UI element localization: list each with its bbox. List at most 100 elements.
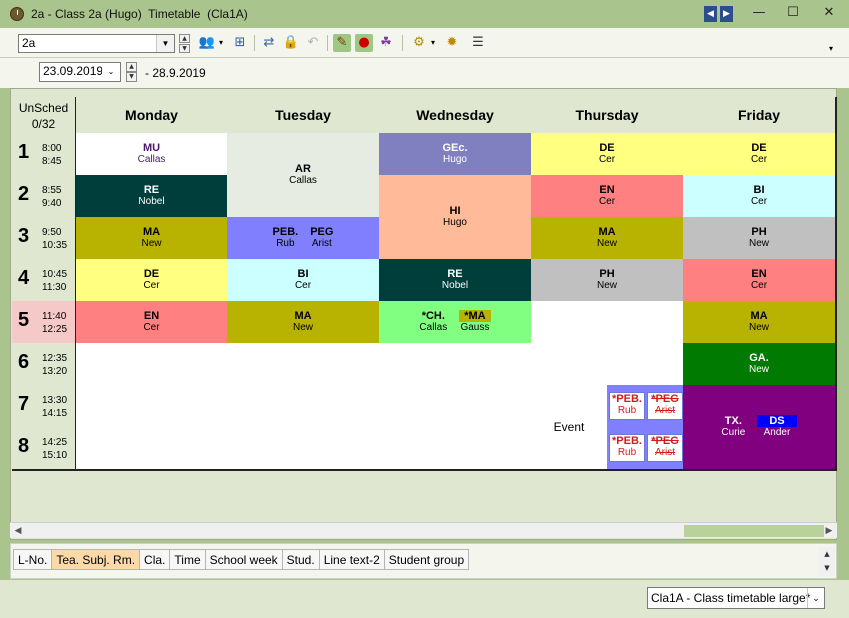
lesson-teacher: New bbox=[748, 322, 769, 333]
spin-down-icon[interactable]: ▼ bbox=[179, 44, 190, 53]
empty-cell[interactable] bbox=[227, 427, 381, 471]
layout-select[interactable]: Cla1A - Class timetable large* ⌄ bbox=[647, 587, 825, 609]
empty-cell[interactable] bbox=[76, 343, 229, 387]
toolbar-overflow-icon[interactable]: ▾ bbox=[826, 40, 836, 58]
chevron-down-icon[interactable]: ⌄ bbox=[807, 588, 824, 608]
lesson-cell[interactable]: DE Cer bbox=[76, 259, 229, 303]
empty-cell[interactable] bbox=[379, 343, 533, 387]
people-dropdown-icon[interactable]: ▾ bbox=[216, 34, 226, 52]
empty-cell[interactable] bbox=[227, 385, 381, 429]
lesson-cell[interactable]: PH New bbox=[531, 259, 685, 303]
lesson-cell[interactable]: GA. New bbox=[683, 343, 837, 387]
empty-cell[interactable] bbox=[76, 427, 229, 471]
lesson-cell[interactable]: EN Cer bbox=[76, 301, 229, 345]
lesson-cell[interactable]: RE Nobel bbox=[379, 259, 533, 303]
tab-line-text-2[interactable]: Line text-2 bbox=[318, 549, 384, 570]
day-header-wednesday[interactable]: Wednesday bbox=[379, 97, 533, 135]
date-up-icon[interactable]: ▲ bbox=[126, 62, 137, 72]
sub-lesson[interactable]: *PEG Arist bbox=[647, 392, 683, 420]
tab-class[interactable]: Cla. bbox=[139, 549, 170, 570]
tab-teacher-subject-room[interactable]: Tea. Subj. Rm. bbox=[51, 549, 140, 570]
grid-settings-icon[interactable]: ⊞ bbox=[231, 34, 249, 52]
menu-list-icon[interactable]: ☰ bbox=[469, 34, 487, 52]
spin-up-icon[interactable]: ▲ bbox=[179, 34, 190, 43]
sub-lesson[interactable]: *PEB. Rub bbox=[609, 434, 645, 462]
class-select[interactable]: 2a ▼ bbox=[18, 34, 175, 53]
lesson-cell[interactable]: GEc. Hugo bbox=[379, 133, 533, 177]
period-number: 2 bbox=[18, 183, 30, 205]
settings-dropdown-icon[interactable]: ▾ bbox=[428, 34, 438, 52]
lesson-cell[interactable]: MU Callas bbox=[76, 133, 229, 177]
lesson-cell[interactable]: MA New bbox=[683, 301, 837, 345]
period-end: 9:40 bbox=[42, 198, 62, 209]
lesson-cell[interactable]: BI Cer bbox=[683, 175, 837, 219]
lesson-cell[interactable]: DE Cer bbox=[683, 133, 837, 177]
lesson-cell[interactable]: MA New bbox=[227, 301, 381, 345]
period-end: 15:10 bbox=[42, 450, 68, 461]
brush-icon[interactable]: ✎ bbox=[333, 34, 351, 52]
gear-settings-icon[interactable]: ⚙ bbox=[410, 34, 428, 52]
lesson-cell[interactable]: EN Cer bbox=[531, 175, 685, 219]
scroll-thumb[interactable] bbox=[684, 525, 824, 537]
lesson-cell[interactable]: PEB. Rub PEG Arist bbox=[227, 217, 381, 261]
lesson-cell[interactable]: *CH. Callas *MA Gauss bbox=[379, 301, 533, 345]
lesson-cell[interactable]: DE Cer bbox=[531, 133, 685, 177]
sub-lesson[interactable]: *PEB. Rub bbox=[609, 392, 645, 420]
lesson-cell[interactable]: AR Callas bbox=[227, 133, 381, 219]
lesson-cell[interactable]: BI Cer bbox=[227, 259, 381, 303]
next-arrow-icon[interactable]: ▶ bbox=[720, 6, 733, 22]
lesson-cell[interactable]: MA New bbox=[531, 217, 685, 261]
event-cell[interactable]: Event bbox=[531, 385, 609, 471]
empty-cell[interactable] bbox=[531, 343, 685, 387]
empty-cell[interactable] bbox=[227, 343, 381, 387]
lesson-teacher: Cer bbox=[598, 196, 616, 207]
date-down-icon[interactable]: ▼ bbox=[126, 72, 137, 82]
sub-lesson[interactable]: *PEG Arist bbox=[647, 434, 683, 462]
day-header-thursday[interactable]: Thursday bbox=[531, 97, 685, 135]
panel-scroll-icon[interactable]: ▲ ▼ bbox=[819, 547, 835, 577]
tab-lesson-number[interactable]: L-No. bbox=[13, 549, 52, 570]
lesson-cell[interactable]: HI Hugo bbox=[379, 175, 533, 261]
lesson-teacher: Arist bbox=[655, 447, 675, 458]
date-bar: ▼ 23.09.2019 ⌄ ▲ ▼ bbox=[0, 58, 849, 133]
people-icon[interactable]: 👥 bbox=[198, 34, 216, 52]
lesson-teacher: Arist bbox=[311, 238, 332, 249]
period-start: 13:30 bbox=[42, 395, 68, 406]
start-date-select[interactable]: 23.09.2019 ⌄ bbox=[39, 62, 121, 82]
empty-cell[interactable] bbox=[379, 385, 533, 429]
lesson-teacher: New bbox=[748, 238, 769, 249]
close-button[interactable]: ✕ bbox=[806, 4, 849, 24]
period-row-7: 7 13:30 14:15 bbox=[12, 385, 77, 429]
empty-cell[interactable] bbox=[76, 385, 229, 429]
scroll-right-icon[interactable]: ▶ bbox=[821, 523, 837, 539]
period-number: 1 bbox=[18, 141, 30, 163]
tab-school-week[interactable]: School week bbox=[204, 549, 282, 570]
nodes-icon[interactable]: ☘ bbox=[377, 34, 395, 52]
tab-students[interactable]: Stud. bbox=[281, 549, 319, 570]
lesson-subject: GEc. bbox=[442, 142, 468, 154]
scroll-left-icon[interactable]: ◀ bbox=[10, 523, 26, 539]
transfer-icon[interactable]: ⇄ bbox=[260, 34, 278, 52]
day-header-monday[interactable]: Monday bbox=[76, 97, 229, 135]
pin-icon[interactable]: ● bbox=[355, 34, 373, 52]
tab-time[interactable]: Time bbox=[169, 549, 205, 570]
chevron-down-icon[interactable]: ▼ bbox=[156, 35, 174, 52]
sub-lesson: PEB. Rub bbox=[273, 226, 299, 250]
lesson-cell[interactable]: MA New bbox=[76, 217, 229, 261]
lesson-teacher: Rub bbox=[276, 238, 295, 249]
calendar-dropdown-icon[interactable]: ⌄ bbox=[102, 63, 120, 81]
lesson-cell[interactable]: PH New bbox=[683, 217, 837, 261]
lesson-subject: DE bbox=[143, 268, 160, 280]
lesson-cell[interactable]: EN Cer bbox=[683, 259, 837, 303]
day-header-tuesday[interactable]: Tuesday bbox=[227, 97, 381, 135]
day-header-friday[interactable]: Friday bbox=[683, 97, 837, 135]
horizontal-scrollbar[interactable]: ◀ ▶ bbox=[10, 522, 837, 538]
gear-icon[interactable]: ✹ bbox=[443, 34, 461, 52]
lesson-cell[interactable]: TX. Curie DS Ander bbox=[683, 385, 837, 471]
empty-cell[interactable] bbox=[379, 427, 533, 471]
lesson-cell[interactable]: RE Nobel bbox=[76, 175, 229, 219]
tab-student-group[interactable]: Student group bbox=[383, 549, 470, 570]
empty-cell[interactable] bbox=[531, 301, 685, 345]
lesson-teacher: New bbox=[141, 238, 162, 249]
previous-arrow-icon[interactable]: ◀ bbox=[704, 6, 717, 22]
